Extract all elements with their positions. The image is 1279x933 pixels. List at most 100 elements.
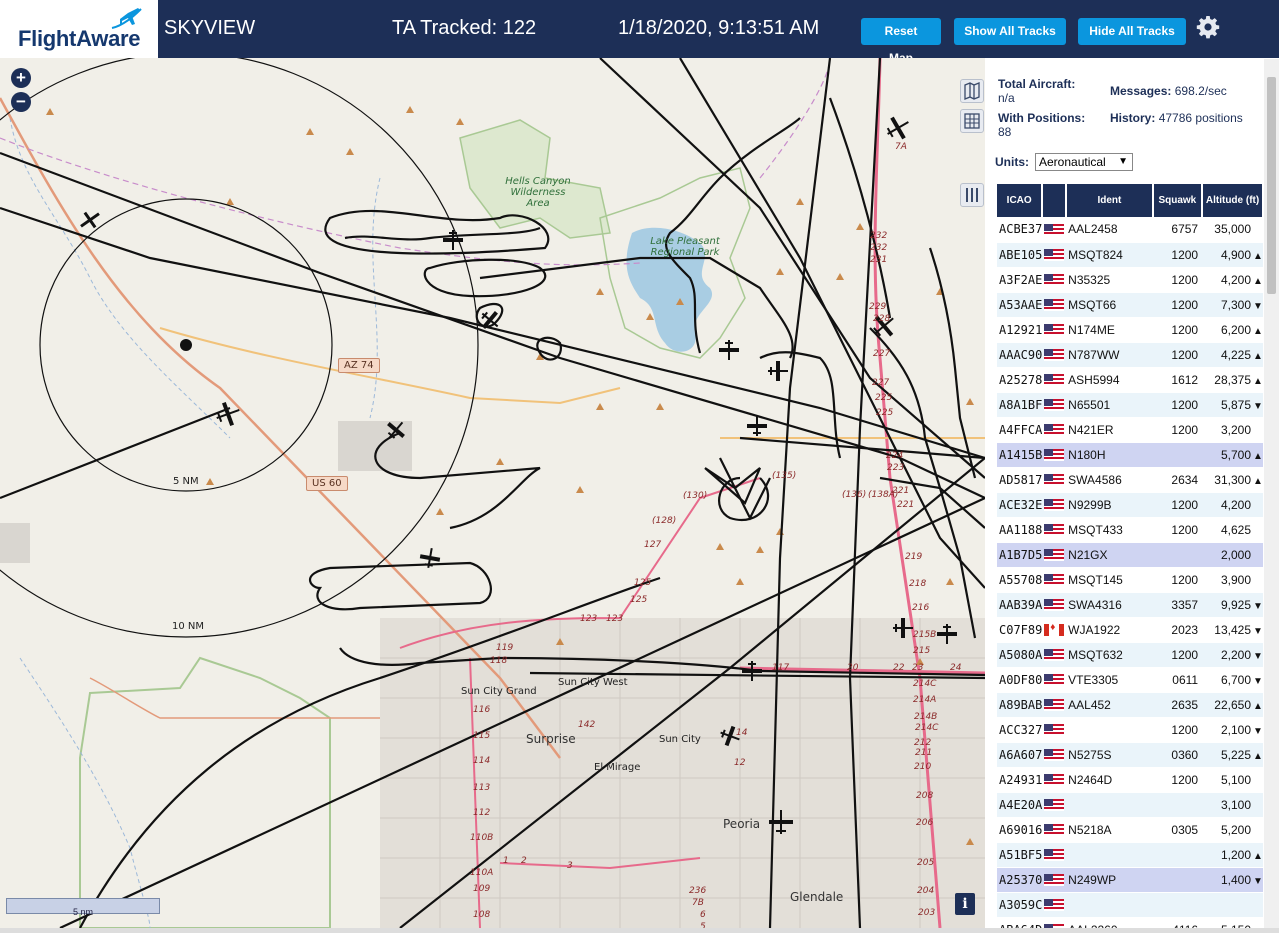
table-row[interactable]: A24931 N2464D 1200 5,100 [997,767,1263,793]
col-ident[interactable]: Ident [1066,184,1154,217]
reset-map-button[interactable]: Reset Map [861,18,941,65]
park-lake-pleasant: Lake Pleasant Regional Park [650,236,720,258]
info-button[interactable]: i [955,893,975,915]
col-icao[interactable]: ICAO [997,184,1044,217]
flag-cell [1042,442,1067,468]
icao-cell: AD5817 [997,467,1043,493]
altitude-cell: 5,200 [1202,817,1263,843]
table-row[interactable]: AAB39A SWA4316 3357 9,925 ▼ [997,592,1263,618]
road-label: 2 [521,856,527,866]
table-row[interactable]: A69016 N5218A 0305 5,200 [997,817,1263,843]
table-row[interactable]: A55708 MSQT145 1200 3,900 [997,567,1263,593]
table-row[interactable]: A8A1BF N65501 1200 5,875 ▼ [997,392,1263,418]
road-label: 115 [473,731,491,741]
ident-cell: N35325 [1066,267,1153,293]
table-row[interactable]: A0DF80 VTE3305 0611 6,700 ▼ [997,667,1263,693]
table-row[interactable]: A1415B N180H 5,700 ▲ [997,442,1263,468]
ident-cell: N65501 [1066,392,1153,418]
icao-cell: AAB39A [997,592,1043,618]
road-label: 229 [869,302,887,312]
road-label: 224 [886,451,904,461]
road-label: 125 [630,595,648,605]
road-label: (130) [683,491,708,501]
table-row[interactable]: A1B7D5 N21GX 2,000 [997,542,1263,568]
flag-cell [1042,792,1067,818]
chevron-down-icon: ▼ [1118,156,1128,167]
col-flag [1042,184,1068,217]
flag-cell [1042,892,1067,918]
table-row[interactable]: AAAC90 N787WW 1200 4,225 ▲ [997,342,1263,368]
us-flag-icon [1044,274,1065,287]
units-select[interactable]: Aeronautical ▼ [1035,153,1133,171]
road-label: 117 [772,663,790,673]
squawk-cell [1152,442,1203,468]
with-positions: With Positions: 88 [998,111,1085,139]
squawk-cell: 2634 [1152,467,1203,493]
altitude-value: 5,200 [1220,822,1251,837]
table-row[interactable]: A3059C [997,892,1263,918]
map-view[interactable]: + − 5 NM 10 NM Surprise Sun City Sun Cit… [0,58,985,928]
col-altitude[interactable]: Altitude (ft) [1202,184,1264,217]
ident-cell: N21GX [1066,542,1153,568]
show-all-tracks-button[interactable]: Show All Tracks [954,18,1066,45]
road-label: 219 [905,552,923,562]
altitude-trend-icon: ▼ [1253,675,1263,687]
table-row[interactable]: A3F2AE N35325 1200 4,200 ▲ [997,267,1263,293]
map-layers-icon[interactable] [960,79,984,103]
table-row[interactable]: A51BF5 1,200 ▲ [997,842,1263,868]
road-label: 110A [470,868,494,878]
squawk-cell: 1200 [1152,292,1203,318]
table-row[interactable]: ACC327 1200 2,100 ▼ [997,717,1263,743]
icao-cell: A4E20A [997,792,1043,818]
table-row[interactable]: ACBE37 AAL2458 6757 35,000 [997,217,1263,243]
flag-cell [1042,617,1067,643]
table-row[interactable]: A6A607 N5275S 0360 5,225 ▲ [997,742,1263,768]
hide-all-tracks-button[interactable]: Hide All Tracks [1078,18,1186,45]
zoom-out-button[interactable]: − [11,92,31,112]
range-ring-label-10: 10 NM [172,621,205,632]
icao-cell: A1415B [997,442,1043,468]
altitude-cell: 5,225 ▲ [1202,742,1263,768]
table-row[interactable]: A4FFCA N421ER 1200 3,200 [997,417,1263,443]
panel-scrollbar-thumb[interactable] [1267,77,1276,294]
flag-cell [1042,292,1067,318]
flightaware-logo[interactable]: FlightAware [0,0,158,58]
table-row[interactable]: A5080A MSQT632 1200 2,200 ▼ [997,642,1263,668]
table-row[interactable]: AA1188 MSQT433 1200 4,625 [997,517,1263,543]
road-label: 118 [490,656,508,666]
flag-cell [1042,317,1067,343]
table-row[interactable]: A4E20A 3,100 [997,792,1263,818]
icao-cell: A69016 [997,817,1043,843]
zoom-in-button[interactable]: + [11,68,31,88]
messages-label: Messages: [1110,84,1172,98]
table-row[interactable]: A53AAE MSQT66 1200 7,300 ▼ [997,292,1263,318]
ident-cell: SWA4586 [1066,467,1153,493]
col-squawk[interactable]: Squawk [1152,184,1204,217]
us-flag-icon [1044,799,1065,812]
altitude-value: 3,200 [1220,422,1251,437]
table-row[interactable]: A12921 N174ME 1200 6,200 ▲ [997,317,1263,343]
road-label: 23 [912,663,924,673]
flag-cell [1042,417,1067,443]
table-row[interactable]: A25370 N249WP 1,400 ▼ [997,867,1263,893]
table-row[interactable]: A25278 ASH5994 1612 28,375 ▲ [997,367,1263,393]
table-row[interactable]: C07F89WJA1922202313,425▼ [997,617,1263,643]
squawk-cell: 1200 [1152,717,1203,743]
ident-cell [1066,717,1153,743]
columns-icon[interactable] [960,183,984,207]
table-row[interactable]: A89BAB AAL452 2635 22,650 ▲ [997,692,1263,718]
road-label: 215B [913,630,937,640]
us-flag-icon [1044,774,1065,787]
clock: 1/18/2020, 9:13:51 AM [618,17,820,39]
altitude-cell: 5,700 ▲ [1202,442,1263,468]
altitude-value: 5,875 [1220,397,1251,412]
gear-icon[interactable] [1196,15,1220,39]
road-label: 212 [914,738,932,748]
grid-icon[interactable] [960,109,984,133]
altitude-value: 22,650 [1214,697,1251,712]
table-row[interactable]: ABE105 MSQT824 1200 4,900 ▲ [997,242,1263,268]
table-row[interactable]: ACE32E N9299B 1200 4,200 [997,492,1263,518]
positions-value: 88 [998,125,1012,139]
flag-cell [1042,367,1067,393]
table-row[interactable]: AD5817 SWA4586 2634 31,300 ▲ [997,467,1263,493]
